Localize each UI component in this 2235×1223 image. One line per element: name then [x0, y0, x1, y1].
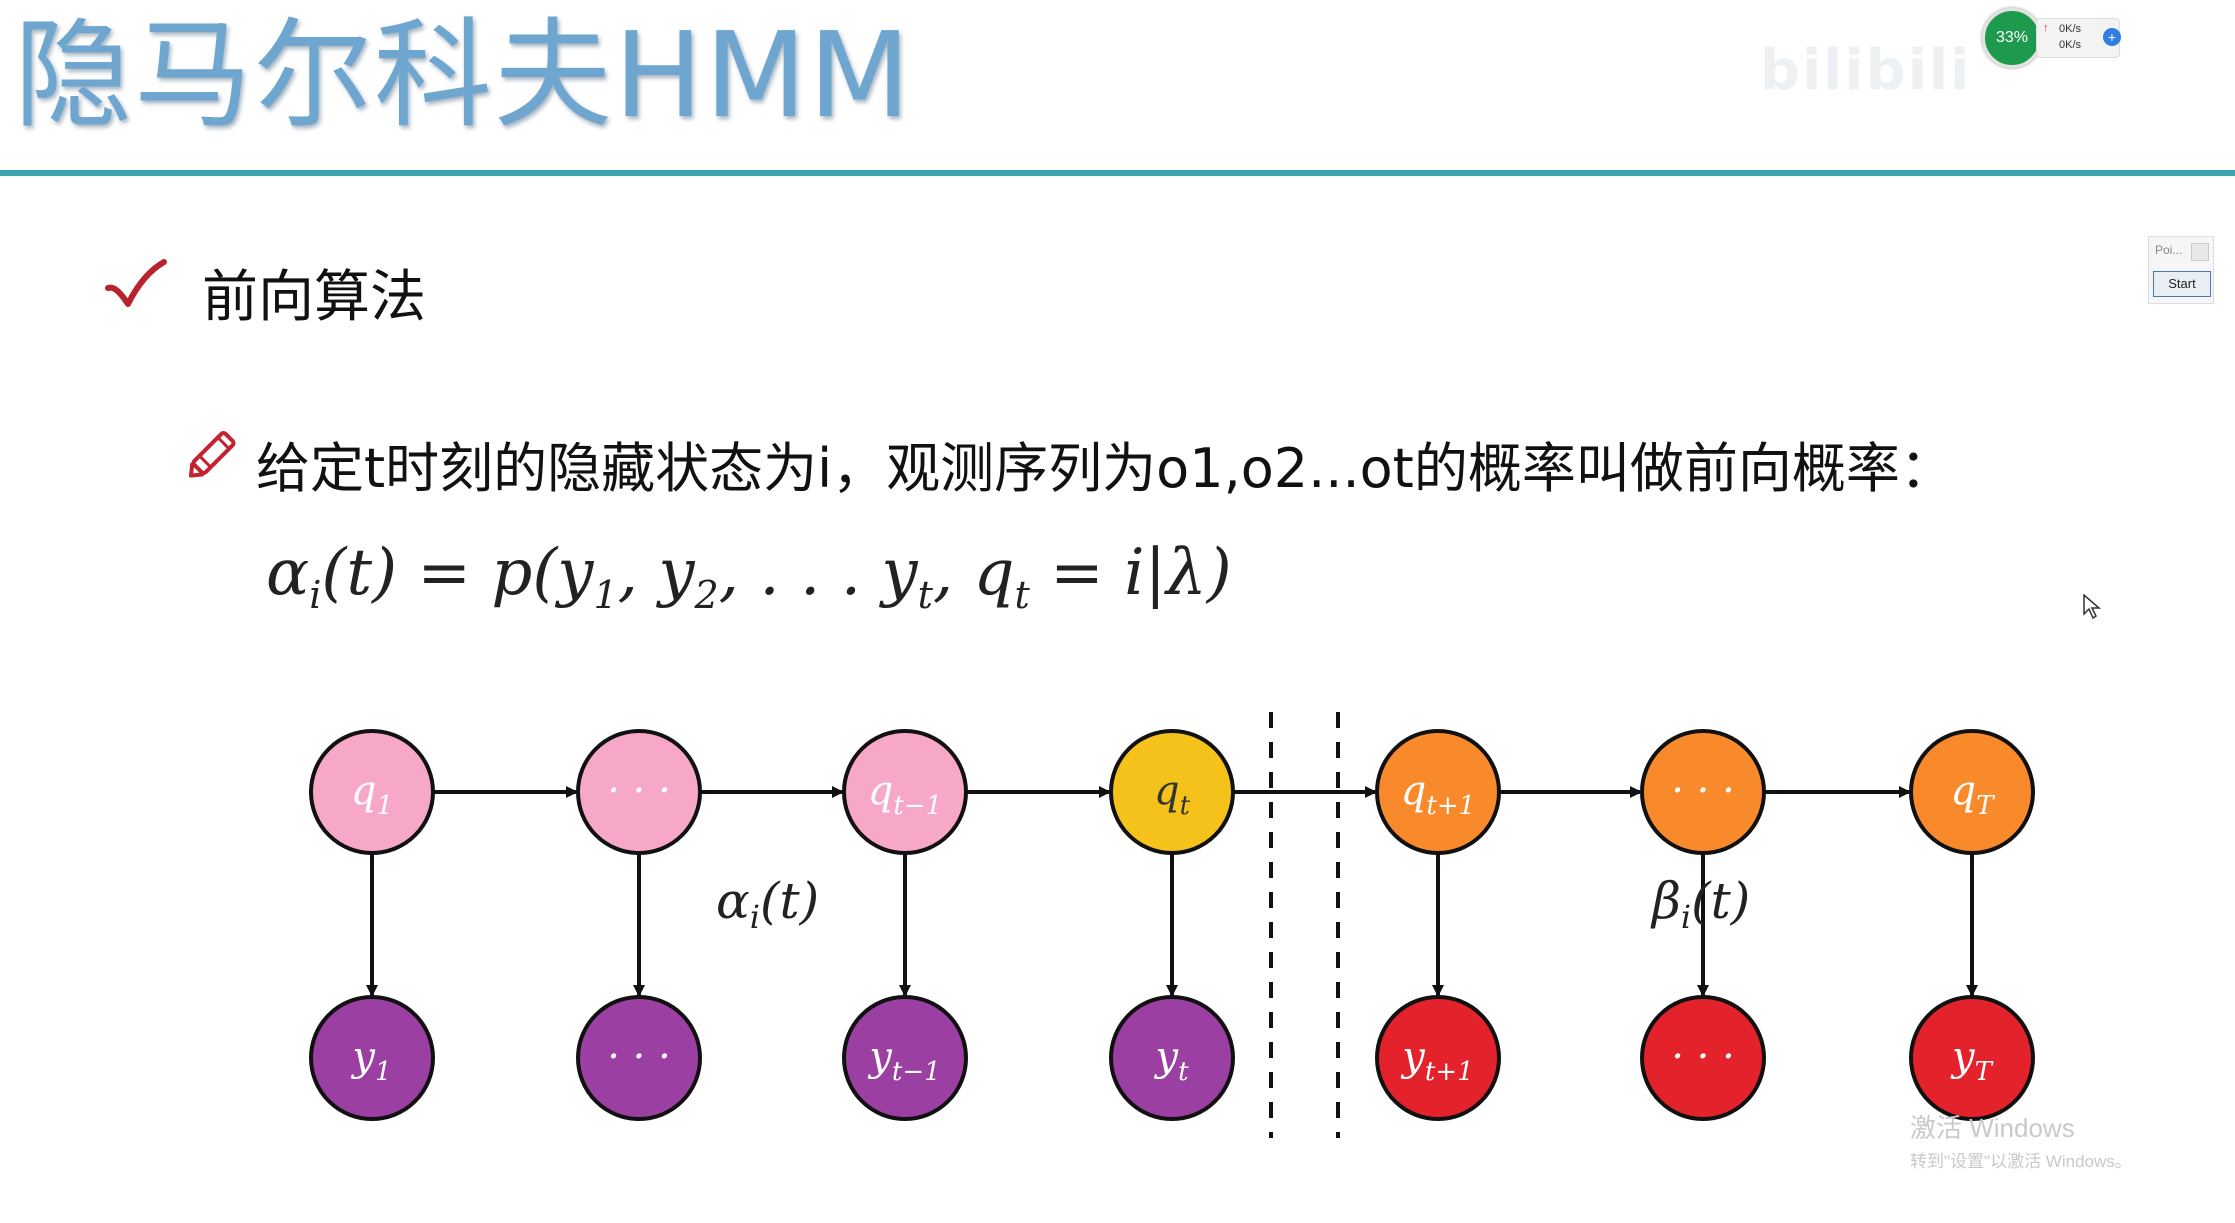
formula-lhs-sub: i [309, 572, 322, 617]
formula-lhs: α [266, 536, 310, 610]
hmm-trellis-diagram: q1 · · · qt−1 qt qt+1 · · · qTy1 · · · yt−1 yt yt+… [309, 712, 2035, 1138]
plus-icon[interactable]: + [2103, 28, 2121, 46]
download-speed: 0K/s [2059, 39, 2082, 51]
network-monitor-widget[interactable]: 33% ↑ 0K/s 0K/s + [1982, 8, 2132, 68]
windows-activation-watermark: 激活 Windows 转到"设置"以激活 Windows。 [1910, 1108, 2132, 1172]
start-button[interactable]: Start [2153, 271, 2211, 297]
presentation-panel: Poi... Start [2148, 236, 2214, 304]
formula-part: = i|λ) [1029, 536, 1232, 610]
slide-title: 隐马尔科夫HMM [14, 6, 913, 144]
close-icon[interactable] [2191, 243, 2209, 261]
upload-speed: 0K/s [2059, 23, 2082, 35]
beta-label: βi(t) [1650, 872, 1750, 936]
alpha-label: αi(t) [716, 872, 819, 936]
upload-arrow-icon: ↑ [2043, 22, 2049, 34]
hidden-state-label: · · · [607, 768, 671, 814]
formula-sub: 2 [694, 572, 719, 617]
formula-sub: t [1014, 572, 1030, 617]
formula-part: (t) = p(y [321, 536, 594, 610]
title-divider [0, 170, 2235, 176]
mouse-cursor-icon [2083, 594, 2101, 620]
formula-part: , q [932, 536, 1015, 610]
presentation-label: Poi... [2155, 243, 2183, 257]
formula-sub: t [917, 572, 933, 617]
hidden-state-label: · · · [1671, 768, 1735, 814]
checkmark-icon [105, 259, 167, 307]
pencil-icon [188, 431, 236, 478]
observation-label: · · · [1671, 1034, 1735, 1080]
section-heading: 前向算法 [202, 265, 426, 330]
cpu-usage-ring[interactable]: 33% [1982, 8, 2042, 68]
formula-part: , . . . y [718, 536, 918, 610]
formula-part: , y [617, 536, 695, 610]
bilibili-watermark: bilibili [1760, 38, 1972, 103]
network-speed-box: ↑ 0K/s 0K/s + [2036, 18, 2121, 58]
forward-probability-formula: αi(t) = p(y1, y2, . . . yt, qt = i|λ) [266, 536, 1232, 617]
activation-title: 激活 Windows [1910, 1113, 2075, 1143]
formula-sub: 1 [593, 572, 618, 617]
activation-hint: 转到"设置"以激活 Windows。 [1910, 1152, 2132, 1171]
observation-label: · · · [607, 1034, 671, 1080]
forward-probability-description: 给定t时刻的隐藏状态为i，观测序列为o1,o2...ot的概率叫做前向概率： [256, 437, 1954, 500]
